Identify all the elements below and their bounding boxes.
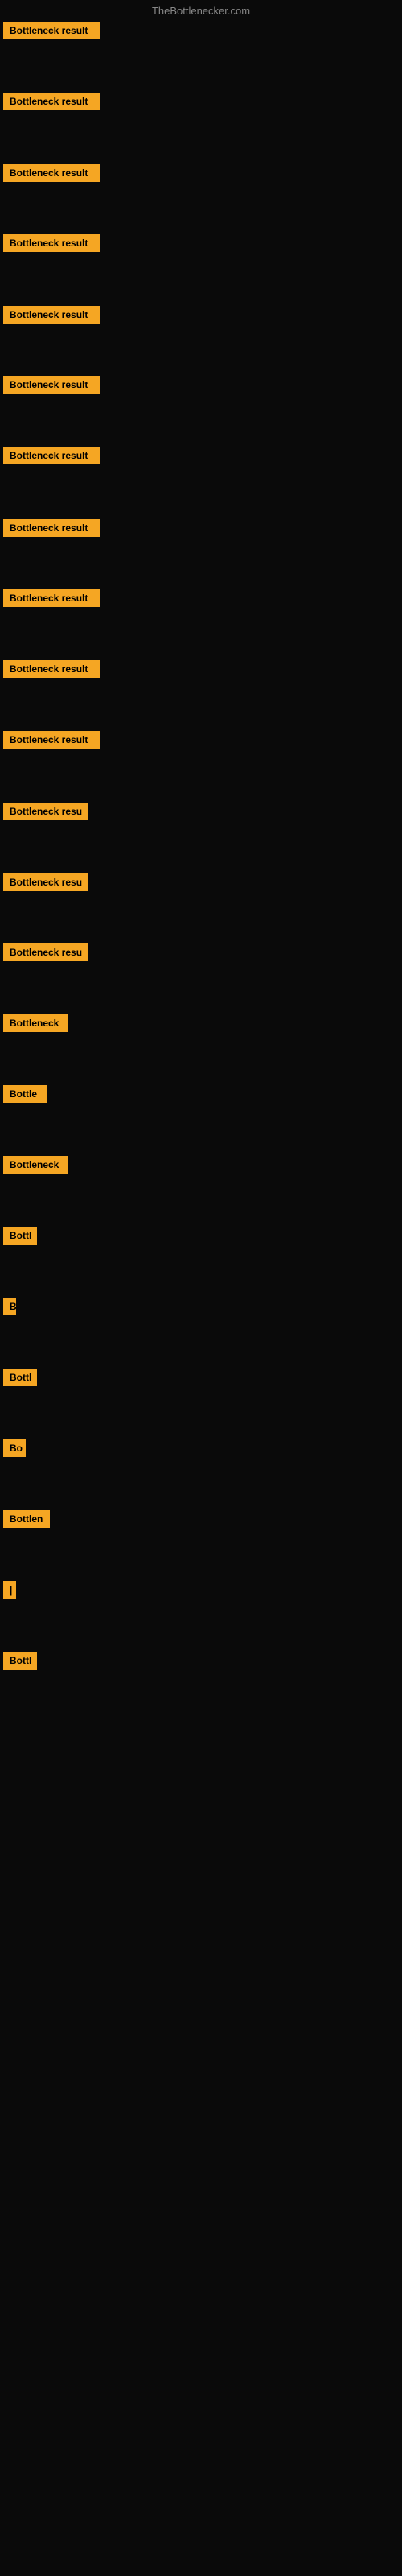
bottleneck-bar-11[interactable]: Bottleneck result: [3, 731, 100, 749]
bottleneck-bar-24[interactable]: Bottl: [3, 1652, 37, 1670]
bottleneck-bar-20[interactable]: Bottl: [3, 1368, 37, 1386]
bottleneck-row-21: Bo: [3, 1439, 26, 1461]
bottleneck-bar-2[interactable]: Bottleneck result: [3, 93, 100, 110]
bottleneck-bar-1[interactable]: Bottleneck result: [3, 22, 100, 39]
bottleneck-bar-19[interactable]: B: [3, 1298, 16, 1315]
bottleneck-row-11: Bottleneck result: [3, 731, 100, 753]
bottleneck-row-14: Bottleneck resu: [3, 943, 88, 965]
bottleneck-bar-12[interactable]: Bottleneck resu: [3, 803, 88, 820]
bottleneck-row-22: Bottlen: [3, 1510, 50, 1532]
bottleneck-row-10: Bottleneck result: [3, 660, 100, 682]
bottleneck-row-18: Bottl: [3, 1227, 37, 1249]
bottleneck-bar-5[interactable]: Bottleneck result: [3, 306, 100, 324]
bottleneck-bar-13[interactable]: Bottleneck resu: [3, 873, 88, 891]
bottleneck-bar-6[interactable]: Bottleneck result: [3, 376, 100, 394]
bottleneck-bar-15[interactable]: Bottleneck: [3, 1014, 68, 1032]
bottleneck-row-20: Bottl: [3, 1368, 37, 1390]
bottleneck-row-3: Bottleneck result: [3, 164, 100, 186]
bottleneck-bar-9[interactable]: Bottleneck result: [3, 589, 100, 607]
bottleneck-row-6: Bottleneck result: [3, 376, 100, 398]
bottleneck-bar-3[interactable]: Bottleneck result: [3, 164, 100, 182]
bottleneck-row-17: Bottleneck: [3, 1156, 68, 1178]
bottleneck-row-7: Bottleneck result: [3, 447, 100, 469]
bottleneck-row-5: Bottleneck result: [3, 306, 100, 328]
bottleneck-bar-4[interactable]: Bottleneck result: [3, 234, 100, 252]
bottleneck-bar-8[interactable]: Bottleneck result: [3, 519, 100, 537]
bottleneck-row-13: Bottleneck resu: [3, 873, 88, 895]
bottleneck-row-16: Bottle: [3, 1085, 47, 1107]
bottleneck-row-24: Bottl: [3, 1652, 37, 1674]
bottleneck-row-15: Bottleneck: [3, 1014, 68, 1036]
bottleneck-bar-14[interactable]: Bottleneck resu: [3, 943, 88, 961]
bottleneck-row-2: Bottleneck result: [3, 93, 100, 114]
bottleneck-bar-21[interactable]: Bo: [3, 1439, 26, 1457]
bottleneck-bar-16[interactable]: Bottle: [3, 1085, 47, 1103]
bottleneck-bar-18[interactable]: Bottl: [3, 1227, 37, 1245]
bottleneck-row-23: |: [3, 1581, 16, 1603]
bottleneck-row-19: B: [3, 1298, 16, 1319]
bottleneck-row-1: Bottleneck result: [3, 22, 100, 43]
bottleneck-bar-10[interactable]: Bottleneck result: [3, 660, 100, 678]
bottleneck-row-8: Bottleneck result: [3, 519, 100, 541]
bottleneck-bar-22[interactable]: Bottlen: [3, 1510, 50, 1528]
site-title: TheBottlenecker.com: [0, 0, 402, 22]
bottleneck-row-12: Bottleneck resu: [3, 803, 88, 824]
bottleneck-row-9: Bottleneck result: [3, 589, 100, 611]
bottleneck-row-4: Bottleneck result: [3, 234, 100, 256]
bottleneck-bar-23[interactable]: |: [3, 1581, 16, 1599]
bottleneck-bar-17[interactable]: Bottleneck: [3, 1156, 68, 1174]
bottleneck-bar-7[interactable]: Bottleneck result: [3, 447, 100, 464]
